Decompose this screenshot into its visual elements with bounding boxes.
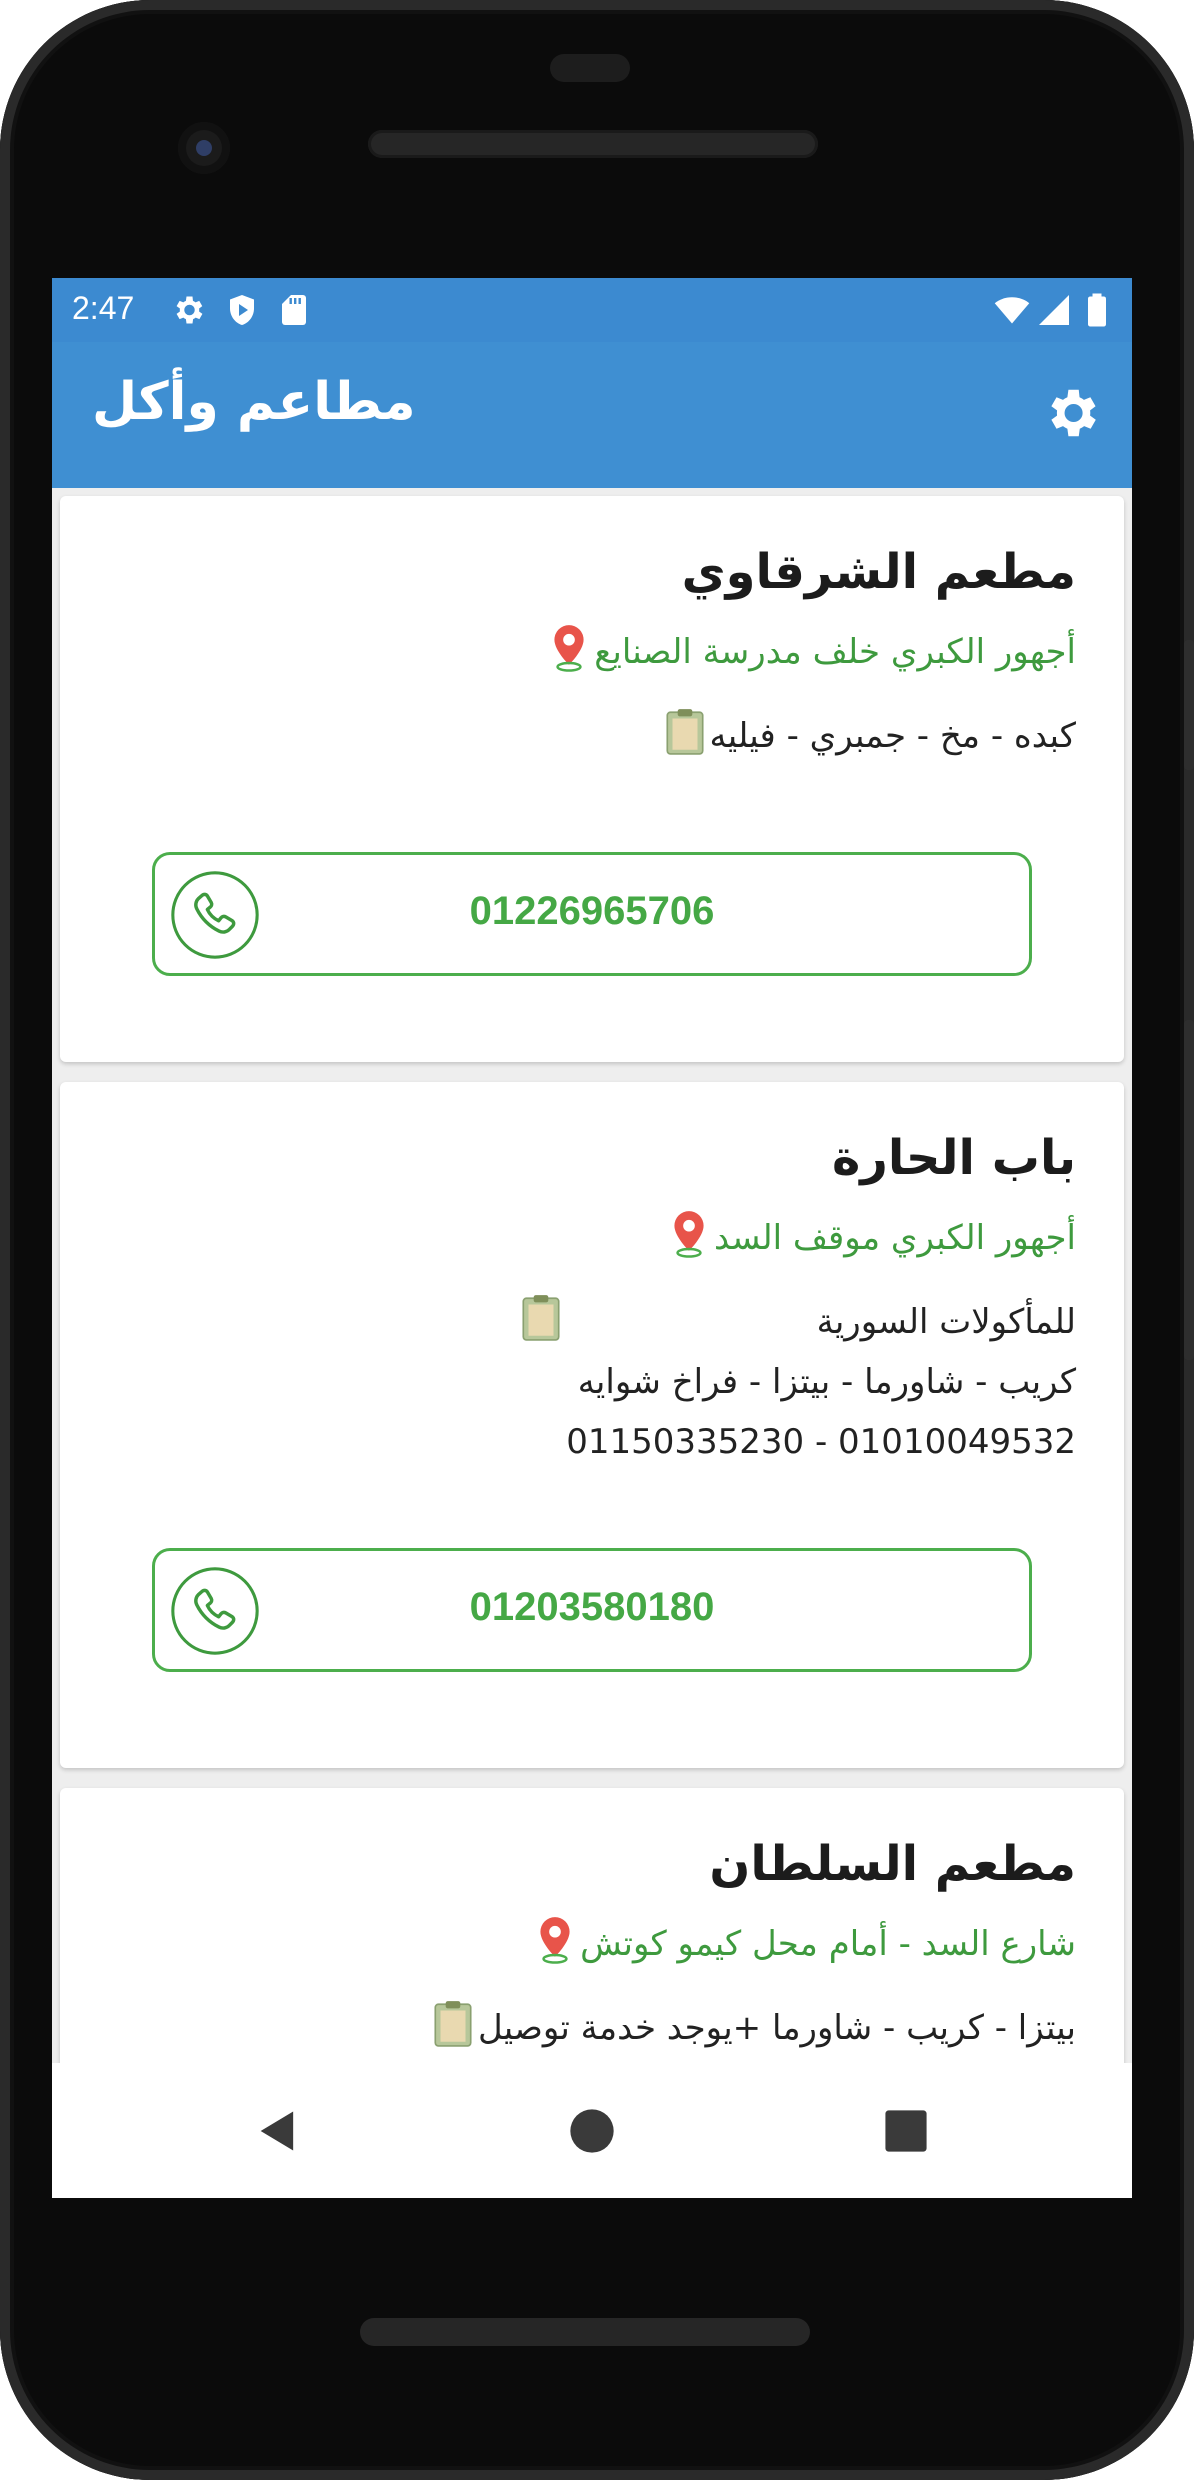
restaurant-description: للمأكولات السورية كريب - شاورما - بيتزا … bbox=[566, 1292, 1076, 1472]
sd-card-icon bbox=[282, 295, 306, 325]
sensor-slot bbox=[550, 54, 630, 82]
call-number: 01226965706 bbox=[469, 889, 715, 933]
restaurant-card: باب الحارة أجهور الكبري موقف السد للمأكو… bbox=[60, 1082, 1124, 1768]
location-pin-icon bbox=[540, 1917, 570, 1964]
wifi-icon bbox=[994, 297, 1030, 324]
home-icon[interactable] bbox=[566, 2105, 618, 2157]
restaurant-description: بيتزا - كريب - شاورما +يوجد خدمة توصيل bbox=[478, 1998, 1076, 2058]
restaurant-name: مطعم الشرقاوي bbox=[681, 544, 1076, 600]
restaurant-address: أجهور الكبري موقف السد bbox=[714, 1218, 1076, 1258]
description-line: كريب - شاورما - بيتزا - فراخ شوايه bbox=[577, 1362, 1076, 1402]
restaurant-card: مطعم الشرقاوي أجهور الكبري خلف مدرسة الص… bbox=[60, 496, 1124, 1062]
screen: 2:47 مطاعم وأكل مطعم الشرقاوي أجهور الكب… bbox=[52, 278, 1132, 2198]
restaurant-description: كبده - مخ - جمبري - فيليه bbox=[710, 706, 1076, 766]
description-row: للمأكولات السورية كريب - شاورما - بيتزا … bbox=[502, 1292, 1076, 1472]
back-icon[interactable] bbox=[252, 2105, 304, 2157]
address-row: شارع السد - أمام محل كيمو كوتش bbox=[516, 1914, 1076, 1974]
volume-button bbox=[1184, 1020, 1194, 1360]
restaurant-list[interactable]: مطعم الشرقاوي أجهور الكبري خلف مدرسة الص… bbox=[52, 488, 1132, 2063]
settings-icon[interactable] bbox=[1040, 382, 1102, 444]
gear-icon bbox=[176, 296, 203, 324]
description-line: بيتزا - كريب - شاورما +يوجد خدمة توصيل bbox=[477, 2008, 1076, 2048]
app-bar: مطاعم وأكل bbox=[52, 342, 1132, 488]
description-row: بيتزا - كريب - شاورما +يوجد خدمة توصيل bbox=[414, 1998, 1076, 2058]
restaurant-address: شارع السد - أمام محل كيمو كوتش bbox=[580, 1924, 1076, 1964]
bottom-speaker bbox=[360, 2318, 810, 2346]
front-camera bbox=[178, 122, 230, 174]
navigation-bar bbox=[52, 2063, 1132, 2198]
address-row: أجهور الكبري خلف مدرسة الصنايع bbox=[530, 622, 1076, 682]
call-number: 01203580180 bbox=[469, 1585, 715, 1629]
description-line: كبده - مخ - جمبري - فيليه bbox=[709, 716, 1076, 756]
app-title: مطاعم وأكل bbox=[92, 372, 416, 432]
restaurant-address: أجهور الكبري خلف مدرسة الصنايع bbox=[594, 632, 1076, 672]
restaurant-name: باب الحارة bbox=[831, 1130, 1076, 1186]
battery-icon bbox=[1088, 293, 1106, 327]
call-button[interactable]: 01203580180 bbox=[152, 1548, 1032, 1672]
description-row: كبده - مخ - جمبري - فيليه bbox=[646, 706, 1076, 766]
recents-icon[interactable] bbox=[880, 2105, 932, 2157]
play-protect-icon bbox=[230, 295, 254, 325]
restaurant-card: مطعم السلطان شارع السد - أمام محل كيمو ك… bbox=[60, 1788, 1124, 2063]
status-bar: 2:47 bbox=[52, 278, 1132, 342]
address-row: أجهور الكبري موقف السد bbox=[650, 1208, 1076, 1268]
restaurant-name: مطعم السلطان bbox=[709, 1836, 1076, 1892]
call-button[interactable]: 01226965706 bbox=[152, 852, 1032, 976]
signal-icon bbox=[1039, 295, 1069, 325]
location-pin-icon bbox=[554, 625, 584, 672]
description-line: للمأكولات السورية bbox=[816, 1302, 1076, 1342]
phone-frame: 2:47 مطاعم وأكل مطعم الشرقاوي أجهور الكب… bbox=[0, 0, 1194, 2480]
status-time: 2:47 bbox=[72, 290, 135, 326]
clipboard-icon bbox=[665, 709, 704, 755]
power-button bbox=[1184, 640, 1194, 770]
earpiece-speaker bbox=[368, 130, 818, 158]
location-pin-icon bbox=[674, 1211, 704, 1258]
clipboard-icon bbox=[522, 1295, 560, 1341]
clipboard-icon bbox=[434, 2001, 472, 2047]
description-line: 01010049532 - 01150335230 bbox=[566, 1422, 1076, 1462]
